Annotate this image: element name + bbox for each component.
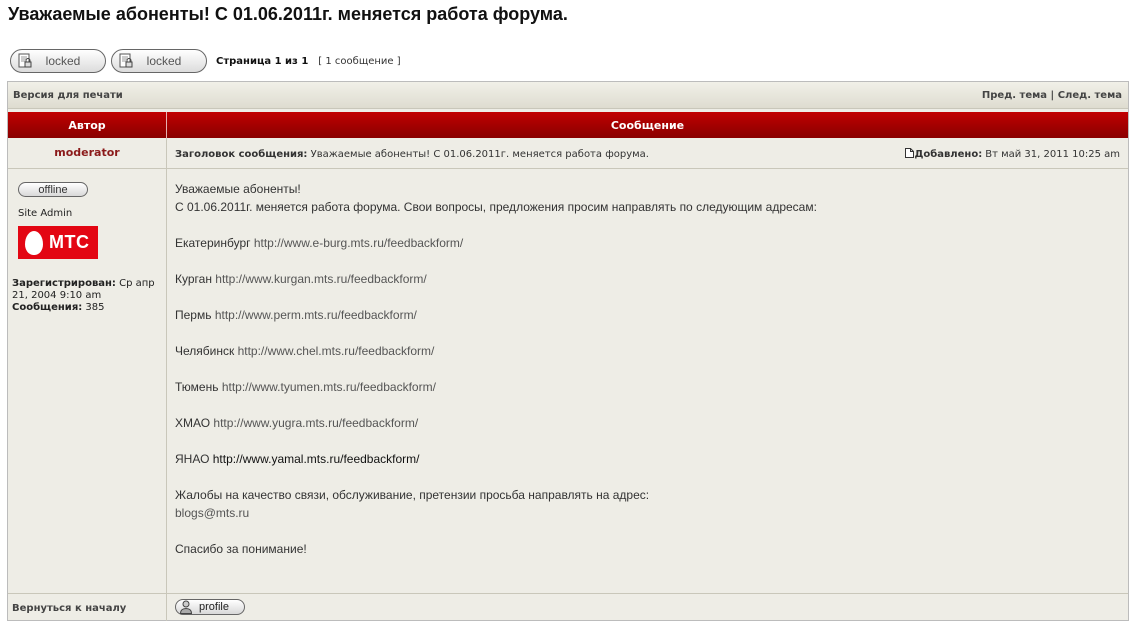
nav-separator: |	[1050, 90, 1055, 101]
table-header: Автор Сообщение	[8, 112, 1128, 138]
topic-nav-row: Версия для печати Пред. тема | След. тем…	[8, 82, 1128, 109]
profile-label: profile	[199, 601, 229, 613]
post-link-icon[interactable]	[905, 148, 915, 161]
subject-label: Заголовок сообщения:	[175, 149, 308, 160]
post-subject: Заголовок сообщения: Уважаемые абоненты!…	[175, 149, 649, 160]
lock-icon	[118, 53, 134, 69]
posts-count: 385	[85, 302, 105, 313]
locked-new-topic-button[interactable]: locked	[10, 49, 106, 73]
author-details: Зарегистрирован: Ср апр 21, 2004 9:10 am…	[12, 278, 162, 314]
city-line: Челябинск http://www.chel.mts.ru/feedbac…	[175, 342, 1120, 360]
user-icon	[179, 600, 193, 614]
city-line: Курган http://www.kurgan.mts.ru/feedback…	[175, 270, 1120, 288]
city-name: ЯНАО	[175, 452, 210, 466]
message-intro: С 01.06.2011г. меняется работа форума. С…	[175, 200, 817, 214]
posts-label: Сообщения:	[12, 302, 83, 313]
registered-label: Зарегистрирован:	[12, 278, 116, 289]
city-name: Курган	[175, 272, 212, 286]
status-badge: offline	[18, 182, 88, 197]
topic-nav-links: Пред. тема | След. тема	[982, 90, 1122, 101]
posted-label: Добавлено:	[914, 149, 983, 160]
city-name: Екатеринбург	[175, 236, 251, 250]
city-name: ХМАО	[175, 416, 211, 430]
locked-label: locked	[146, 54, 182, 68]
profile-button[interactable]: profile	[175, 599, 245, 615]
subject-text: Уважаемые абоненты! С 01.06.2011г. меняе…	[310, 149, 649, 160]
posted-date: Вт май 31, 2011 10:25 am	[985, 149, 1120, 160]
pagination-info: Страница 1 из 1	[216, 55, 309, 67]
page-title: Уважаемые абоненты! С 01.06.2011г. меняе…	[8, 4, 568, 24]
topic-toolbar: locked locked Страница 1 из 1 [ 1 сообще…	[10, 48, 401, 74]
feedback-link[interactable]: http://www.chel.mts.ru/feedbackform/	[238, 344, 435, 358]
mts-avatar: МТС	[18, 226, 98, 259]
city-line: ЯНАО http://www.yamal.mts.ru/feedbackfor…	[175, 450, 1120, 468]
lock-icon	[17, 53, 33, 69]
avatar-logo-text: МТС	[49, 232, 90, 252]
locked-reply-button[interactable]: locked	[111, 49, 207, 73]
mts-egg-logo-icon	[25, 230, 43, 255]
print-version-link[interactable]: Версия для печати	[13, 90, 123, 101]
email-link[interactable]: blogs@mts.ru	[175, 506, 249, 520]
feedback-link[interactable]: http://www.perm.mts.ru/feedbackform/	[215, 308, 417, 322]
message-column-header: Сообщение	[610, 119, 685, 132]
message-greeting: Уважаемые абоненты!	[175, 182, 301, 196]
post-count: [ 1 сообщение ]	[318, 55, 401, 67]
post-message: Уважаемые абоненты! С 01.06.2011г. меняе…	[175, 180, 1120, 558]
post-header-row: moderator Заголовок сообщения: Уважаемые…	[8, 138, 1128, 169]
city-line: ХМАО http://www.yugra.mts.ru/feedbackfor…	[175, 414, 1120, 432]
feedback-link[interactable]: http://www.yamal.mts.ru/feedbackform/	[213, 452, 420, 466]
city-name: Тюмень	[175, 380, 219, 394]
complaints-text: Жалобы на качество связи, обслуживание, …	[175, 488, 650, 502]
feedback-link[interactable]: http://www.tyumen.mts.ru/feedbackform/	[222, 380, 436, 394]
locked-label: locked	[45, 54, 81, 68]
feedback-link[interactable]: http://www.yugra.mts.ru/feedbackform/	[213, 416, 418, 430]
back-to-top-cell: Вернуться к началу	[8, 594, 167, 621]
back-to-top-link[interactable]: Вернуться к началу	[12, 603, 126, 614]
city-name: Челябинск	[175, 344, 235, 358]
thanks-text: Спасибо за понимание!	[175, 542, 307, 556]
post-body-row: offline Site Admin МТС Зарегистрирован: …	[8, 169, 1128, 594]
prev-topic-link[interactable]: Пред. тема	[982, 90, 1047, 101]
post-date: Добавлено: Вт май 31, 2011 10:25 am	[905, 148, 1120, 161]
author-column-header: Автор	[8, 112, 167, 138]
city-line: Екатеринбург http://www.e-burg.mts.ru/fe…	[175, 234, 1120, 252]
city-line: Пермь http://www.perm.mts.ru/feedbackfor…	[175, 306, 1120, 324]
next-topic-link[interactable]: След. тема	[1058, 90, 1122, 101]
feedback-link[interactable]: http://www.e-burg.mts.ru/feedbackform/	[254, 236, 463, 250]
feedback-link[interactable]: http://www.kurgan.mts.ru/feedbackform/	[215, 272, 426, 286]
author-rank: Site Admin	[18, 208, 73, 219]
author-profile-panel: offline Site Admin МТС Зарегистрирован: …	[8, 169, 167, 593]
city-name: Пермь	[175, 308, 212, 322]
post-author-name[interactable]: moderator	[8, 138, 167, 168]
topic-table: Версия для печати Пред. тема | След. тем…	[7, 81, 1129, 621]
city-line: Тюмень http://www.tyumen.mts.ru/feedback…	[175, 378, 1120, 396]
post-footer-row: Вернуться к началу profile	[8, 594, 1128, 621]
